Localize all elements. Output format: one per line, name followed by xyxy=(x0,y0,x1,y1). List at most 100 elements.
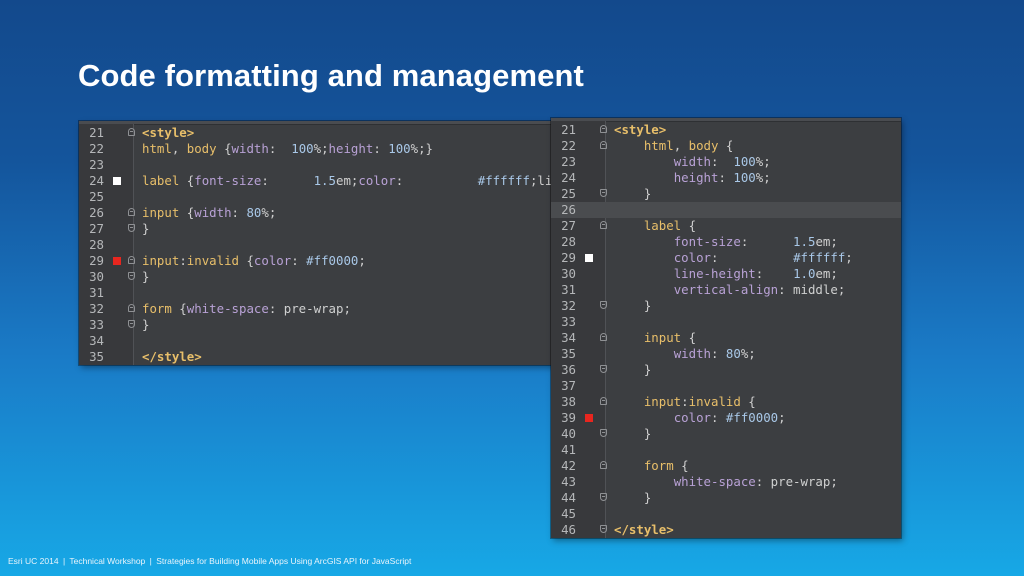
code-text[interactable]: } xyxy=(142,269,149,285)
fold-close-icon[interactable] xyxy=(600,365,607,373)
code-text[interactable]: } xyxy=(614,186,651,202)
code-line[interactable]: 35 </style> xyxy=(79,349,561,365)
code-text[interactable]: <style> xyxy=(614,122,666,138)
code-line[interactable]: 27 label { xyxy=(551,218,901,234)
code-text[interactable]: line-height: 1.0em; xyxy=(614,266,838,282)
fold-close-icon[interactable] xyxy=(600,493,607,501)
code-line[interactable]: 24 label {font-size: 1.5em;color: #ffffff… xyxy=(79,173,561,189)
code-line[interactable]: 32 form {white-space: pre-wrap; xyxy=(79,301,561,317)
code-line[interactable]: 28 xyxy=(79,237,561,253)
fold-open-icon[interactable] xyxy=(128,128,135,136)
code-line[interactable]: 38 input:invalid { xyxy=(551,394,901,410)
code-line[interactable]: 26 input {width: 80%; xyxy=(79,205,561,221)
code-line[interactable]: 22 html, body {width: 100%;height: 100%;} xyxy=(79,141,561,157)
code-line[interactable]: 29 color: #ffffff; xyxy=(551,250,901,266)
code-line[interactable]: 36 } xyxy=(551,362,901,378)
code-text[interactable]: width: 100%; xyxy=(614,154,771,170)
error-marker-icon[interactable] xyxy=(113,257,121,265)
code-line[interactable]: 30} xyxy=(79,269,561,285)
code-text[interactable]: color: #ff0000; xyxy=(614,410,786,426)
code-text[interactable]: width: 80%; xyxy=(614,346,756,362)
warning-marker-icon[interactable] xyxy=(585,254,593,262)
code-text[interactable]: label {font-size: 1.5em;color: #ffffff;l… xyxy=(142,173,552,189)
code-editor-formatted[interactable]: 21 <style> 22 html, body {23 width: 100%; 2… xyxy=(551,118,901,538)
code-lines[interactable]: 21 <style> 22 html, body {width: 100%;heigh… xyxy=(79,125,561,365)
code-editor-unformatted[interactable]: 21 <style> 22 html, body {width: 100%;heigh… xyxy=(79,121,561,365)
code-text[interactable]: } xyxy=(614,362,651,378)
code-text[interactable]: label { xyxy=(614,218,696,234)
code-line[interactable]: 46 </style> xyxy=(551,522,901,538)
fold-close-icon[interactable] xyxy=(600,525,607,533)
fold-open-icon[interactable] xyxy=(600,397,607,405)
fold-open-icon[interactable] xyxy=(128,304,135,312)
fold-open-icon[interactable] xyxy=(600,461,607,469)
code-line[interactable]: 40 } xyxy=(551,426,901,442)
code-text[interactable]: font-size: 1.5em; xyxy=(614,234,838,250)
code-line[interactable]: 35 width: 80%; xyxy=(551,346,901,362)
code-line[interactable]: 41 xyxy=(551,442,901,458)
code-line[interactable]: 28 font-size: 1.5em; xyxy=(551,234,901,250)
code-text[interactable]: height: 100%; xyxy=(614,170,771,186)
code-line[interactable]: 31 vertical-align: middle; xyxy=(551,282,901,298)
code-line[interactable]: 25 xyxy=(79,189,561,205)
error-marker-icon[interactable] xyxy=(585,414,593,422)
code-text[interactable]: html, body { xyxy=(614,138,734,154)
code-line[interactable]: 45 xyxy=(551,506,901,522)
fold-open-icon[interactable] xyxy=(128,256,135,264)
fold-close-icon[interactable] xyxy=(600,301,607,309)
code-line[interactable]: 25 } xyxy=(551,186,901,202)
code-line[interactable]: 29 input:invalid {color: #ff0000; xyxy=(79,253,561,269)
fold-open-icon[interactable] xyxy=(128,208,135,216)
code-text[interactable]: form {white-space: pre-wrap; xyxy=(142,301,351,317)
code-token: label xyxy=(142,173,180,188)
code-text[interactable]: color: #ffffff; xyxy=(614,250,853,266)
code-text[interactable]: input {width: 80%; xyxy=(142,205,276,221)
code-text[interactable]: </style> xyxy=(614,522,674,538)
code-line[interactable]: 30 line-height: 1.0em; xyxy=(551,266,901,282)
code-line[interactable]: 31 xyxy=(79,285,561,301)
code-line[interactable]: 23 xyxy=(79,157,561,173)
code-line[interactable]: 44 } xyxy=(551,490,901,506)
code-text[interactable]: input { xyxy=(614,330,696,346)
fold-close-icon[interactable] xyxy=(128,320,135,328)
code-text[interactable]: } xyxy=(614,298,651,314)
code-text[interactable]: } xyxy=(614,490,651,506)
code-line[interactable]: 34 xyxy=(79,333,561,349)
code-line[interactable]: 22 html, body { xyxy=(551,138,901,154)
code-line[interactable]: 43 white-space: pre-wrap; xyxy=(551,474,901,490)
fold-open-icon[interactable] xyxy=(600,125,607,133)
code-text[interactable]: } xyxy=(142,221,149,237)
fold-open-icon[interactable] xyxy=(600,333,607,341)
code-line[interactable]: 34 input { xyxy=(551,330,901,346)
code-text[interactable]: input:invalid { xyxy=(614,394,756,410)
code-line[interactable]: 27} xyxy=(79,221,561,237)
code-line[interactable]: 23 width: 100%; xyxy=(551,154,901,170)
code-line[interactable]: 42 form { xyxy=(551,458,901,474)
code-line[interactable]: 37 xyxy=(551,378,901,394)
code-text[interactable]: html, body {width: 100%;height: 100%;} xyxy=(142,141,433,157)
code-line[interactable]: 21 <style> xyxy=(79,125,561,141)
code-line[interactable]: 33} xyxy=(79,317,561,333)
fold-close-icon[interactable] xyxy=(600,429,607,437)
code-line[interactable]: 33 xyxy=(551,314,901,330)
code-text[interactable]: input:invalid {color: #ff0000; xyxy=(142,253,366,269)
code-text[interactable]: } xyxy=(614,426,651,442)
code-line[interactable]: 26 xyxy=(551,202,901,218)
fold-open-icon[interactable] xyxy=(600,221,607,229)
code-line[interactable]: 21 <style> xyxy=(551,122,901,138)
code-text[interactable]: form { xyxy=(614,458,689,474)
code-lines[interactable]: 21 <style> 22 html, body {23 width: 100%; 2… xyxy=(551,122,901,538)
code-line[interactable]: 39 color: #ff0000; xyxy=(551,410,901,426)
code-text[interactable]: vertical-align: middle; xyxy=(614,282,846,298)
code-text[interactable]: white-space: pre-wrap; xyxy=(614,474,838,490)
fold-close-icon[interactable] xyxy=(128,272,135,280)
warning-marker-icon[interactable] xyxy=(113,177,121,185)
code-text[interactable]: } xyxy=(142,317,149,333)
code-text[interactable]: </style> xyxy=(142,349,202,365)
code-line[interactable]: 24 height: 100%; xyxy=(551,170,901,186)
code-text[interactable]: <style> xyxy=(142,125,194,141)
fold-open-icon[interactable] xyxy=(600,141,607,149)
fold-close-icon[interactable] xyxy=(128,224,135,232)
code-line[interactable]: 32 } xyxy=(551,298,901,314)
fold-close-icon[interactable] xyxy=(600,189,607,197)
